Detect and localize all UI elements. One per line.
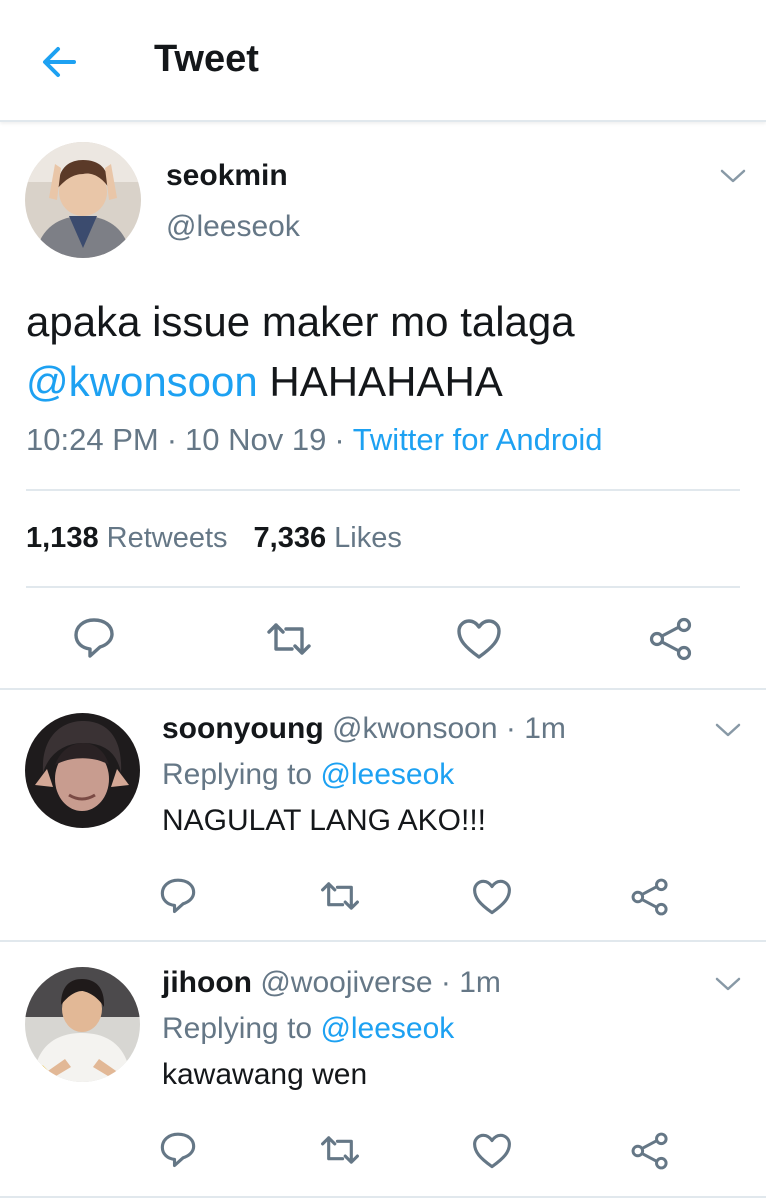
avatar[interactable] [25,142,141,258]
mention-link[interactable]: @kwonsoon [26,358,258,405]
reply-header: soonyoung @kwonsoon · 1m [162,712,566,746]
reply-time: 1m [524,712,566,745]
reply-icon[interactable] [158,875,198,915]
meta-separator: · [440,966,451,999]
chevron-down-icon[interactable] [714,720,742,740]
likes-stat[interactable]: 7,336 Likes [254,522,402,554]
share-icon[interactable] [648,616,694,662]
meta-separator: · [334,422,345,457]
avatar[interactable] [25,713,140,828]
reply-icon[interactable] [71,614,117,660]
meta-separator: · [505,712,516,745]
meta-separator: · [166,422,178,457]
reply-tweet[interactable]: jihoon @woojiverse · 1m Replying to @lee… [0,942,766,1198]
share-icon[interactable] [630,1131,670,1171]
replying-to: Replying to @leeseok [162,1012,454,1046]
divider [26,586,740,588]
reply-text: kawawang wen [162,1058,368,1091]
author-handle[interactable]: @kwonsoon [332,712,498,745]
share-icon[interactable] [630,877,670,917]
page-title: Tweet [154,38,259,80]
retweets-label: Retweets [106,522,228,554]
like-icon[interactable] [472,877,512,917]
likes-count: 7,336 [253,522,327,554]
back-arrow-icon[interactable] [38,40,82,84]
avatar[interactable] [25,967,140,1082]
chevron-down-icon[interactable] [719,166,747,186]
reply-header: jihoon @woojiverse · 1m [162,966,501,1000]
tweet-stats: 1,138 Retweets 7,336 Likes [26,522,402,555]
retweet-icon[interactable] [266,616,312,662]
tweet-meta: 10:24 PM · 10 Nov 19 · Twitter for Android [26,422,603,458]
tweet-source-link[interactable]: Twitter for Android [353,422,603,457]
replying-to-handle[interactable]: @leeseok [320,758,454,791]
author-handle[interactable]: @woojiverse [260,966,432,999]
main-tweet: seokmin @leeseok apaka issue maker mo ta… [0,122,766,690]
reply-tweet[interactable]: soonyoung @kwonsoon · 1m Replying to @le… [0,688,766,942]
replying-to-label: Replying to [162,1012,321,1045]
retweets-stat[interactable]: 1,138 Retweets [26,522,228,554]
reply-time: 1m [459,966,501,999]
tweet-date: 10 Nov 19 [185,422,327,457]
top-bar: Tweet [0,0,766,122]
retweet-icon[interactable] [320,1130,360,1170]
author-name[interactable]: seokmin [166,159,288,193]
reply-text: NAGULAT LANG AKO!!! [162,804,486,837]
tweet-text: apaka issue maker mo talaga @kwonsoon HA… [26,292,746,412]
replying-to-label: Replying to [162,758,321,791]
tweet-text-line1: apaka issue maker mo talaga [26,298,575,345]
replying-to: Replying to @leeseok [162,758,454,792]
like-icon[interactable] [456,616,502,662]
author-name[interactable]: soonyoung [162,712,324,745]
retweet-icon[interactable] [320,876,360,916]
like-icon[interactable] [472,1131,512,1171]
tweet-time: 10:24 PM [26,422,159,457]
tweet-text-rest: HAHAHAHA [257,358,503,405]
replying-to-handle[interactable]: @leeseok [320,1012,454,1045]
reply-icon[interactable] [158,1129,198,1169]
chevron-down-icon[interactable] [714,974,742,994]
divider [26,489,740,491]
retweets-count: 1,138 [26,522,99,554]
likes-label: Likes [334,522,402,554]
author-name[interactable]: jihoon [162,966,252,999]
author-handle[interactable]: @leeseok [166,210,300,244]
